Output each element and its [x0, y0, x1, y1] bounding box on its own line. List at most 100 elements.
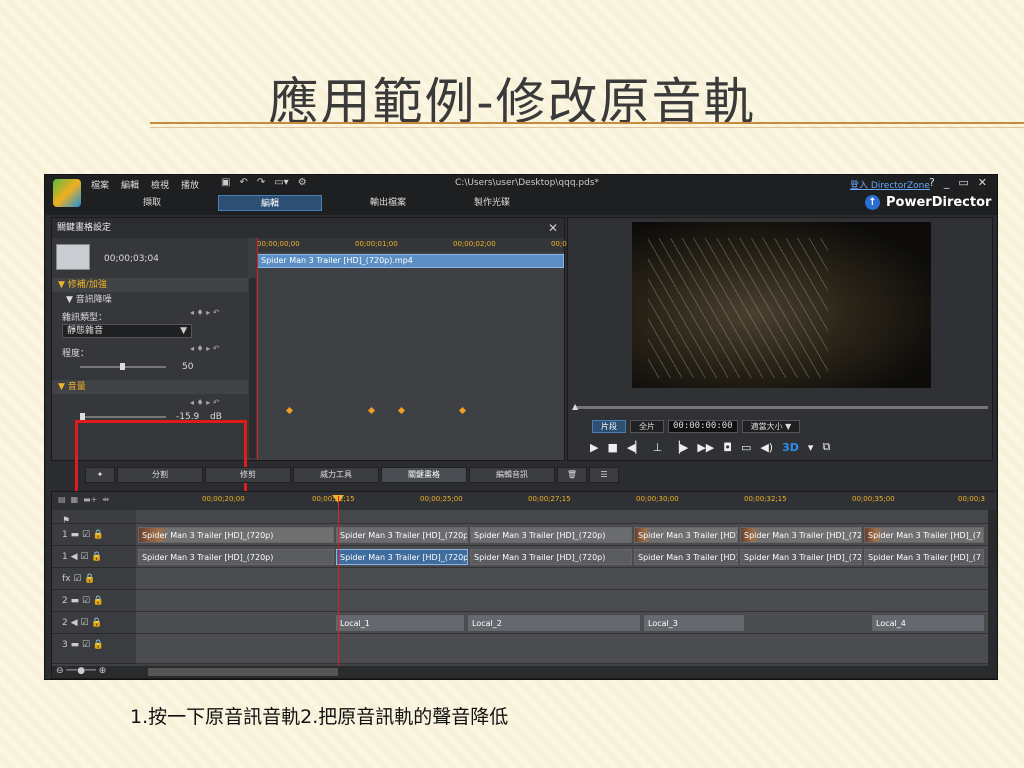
prev-frame-icon[interactable]: ◀▏ [627, 441, 644, 454]
menu-edit[interactable]: 編輯 [121, 178, 139, 191]
audio-clip-selected[interactable]: Spider Man 3 Trailer [HD]_(720p [336, 549, 468, 565]
mode-capture[interactable]: 擷取 [100, 195, 204, 211]
help-button[interactable]: ? [929, 176, 935, 189]
close-icon[interactable]: ✕ [548, 218, 558, 238]
delete-icon[interactable]: 🗑 [557, 467, 587, 483]
fast-forward-icon[interactable]: ▶▶ [697, 441, 714, 454]
audio-clip[interactable]: Spider Man 3 Trailer [HD]_(720p) [470, 549, 632, 565]
clip-mode-button[interactable]: 片段 [592, 420, 626, 433]
preview-scrub-bar[interactable] [576, 406, 988, 409]
volume-slider[interactable] [80, 416, 166, 418]
subsection-noise-reduction[interactable]: ▼ 音訊降噪 [52, 293, 248, 307]
menu-play[interactable]: 播放 [181, 178, 199, 191]
fit-icon[interactable]: ⇹ [102, 495, 109, 504]
volume-speaker-icon[interactable]: ◀) [760, 441, 773, 454]
video-clip[interactable]: Spider Man 3 Trailer [HD]_(720p) [138, 527, 334, 543]
login-link[interactable]: 登入 DirectorZone [850, 178, 930, 191]
fit-size-select[interactable]: 適當大小 ▼ [741, 420, 801, 433]
video-clip[interactable]: Spider Man 3 Trailer [HD]_(720p) [470, 527, 632, 543]
tab-power-tools[interactable]: 威力工具 [293, 467, 379, 483]
mode-create-disc[interactable]: 製作光碟 [440, 195, 544, 211]
video-clip[interactable]: Spider Man 3 Trailer [HD]_(720p) [336, 527, 468, 543]
video-clip[interactable]: Spider Man 3 Trailer [HD]_(720 [740, 527, 862, 543]
noise-keyframe-controls[interactable]: ◂ ♦ ▸ ↶ [190, 308, 220, 317]
local-audio-clip[interactable]: Local_4 [872, 615, 984, 631]
audio-clip[interactable]: Spider Man 3 Trailer [HD]_ [634, 549, 738, 565]
ruler-tick: 00;00;01;00 [355, 240, 398, 248]
track-header-audio-1[interactable]: 1 ◀ ☑ 🔒 [52, 546, 136, 568]
attributes-scrollbar[interactable] [249, 278, 256, 458]
volume-keyframe[interactable] [367, 406, 376, 415]
video-clip[interactable]: Spider Man 3 Trailer [HD]_ [634, 527, 738, 543]
mode-edit[interactable]: 編輯 [218, 195, 322, 211]
degree-keyframe-controls[interactable]: ◂ ♦ ▸ ↶ [190, 344, 220, 353]
zoom-slider[interactable]: ⊖ ──●── ⊕ [56, 666, 106, 676]
track-header-video-1[interactable]: 1 ▬ ☑ 🔒 [52, 524, 136, 546]
close-button[interactable]: ✕ [978, 176, 987, 189]
video-track-3 [136, 634, 988, 664]
magic-tools-icon[interactable]: ✦ [85, 467, 115, 483]
volume-keyframe[interactable] [458, 406, 467, 415]
settings-gear-icon[interactable]: ⚙ [298, 177, 307, 188]
3d-dropdown-icon[interactable]: ▾ [808, 441, 814, 454]
tab-split[interactable]: 分割 [117, 467, 203, 483]
more-icon[interactable]: ☰ [589, 467, 619, 483]
audio-clip[interactable]: Spider Man 3 Trailer [HD]_(720p) [138, 549, 334, 565]
timeline-view-icon[interactable]: ▤ [58, 495, 66, 504]
timeline-vertical-scrollbar[interactable] [988, 510, 996, 670]
layout-icon[interactable]: ▭▾ [274, 177, 288, 188]
storyboard-view-icon[interactable]: ▦ [71, 495, 79, 504]
timeline-playhead[interactable] [338, 496, 339, 676]
menu-view[interactable]: 檢視 [151, 178, 169, 191]
keyframe-playhead[interactable] [257, 238, 258, 460]
timeline-horizontal-scrollbar[interactable] [148, 668, 338, 676]
section-volume[interactable]: ▼ 音量 [52, 380, 248, 394]
preview-timecode[interactable]: 00:00:00:00 [668, 420, 738, 433]
degree-slider-thumb[interactable] [120, 363, 125, 370]
undock-icon[interactable]: ⧉ [822, 440, 830, 454]
tab-keyframe[interactable]: 關鍵畫格 [381, 467, 467, 483]
track-header-video-2[interactable]: 2 ▬ ☑ 🔒 [52, 590, 136, 612]
restore-button[interactable]: ▭ [958, 176, 968, 189]
upload-arrow-icon[interactable]: ↑ [865, 195, 880, 210]
audio-clip[interactable]: Spider Man 3 Trailer [HD]_(720 [740, 549, 862, 565]
chapter-track-header[interactable]: ⚑ [52, 510, 136, 526]
add-track-icon[interactable]: ▬+ [83, 495, 97, 504]
undo-icon[interactable]: ↶ [239, 177, 247, 188]
redo-icon[interactable]: ↷ [257, 177, 265, 188]
video-track-2 [136, 590, 988, 612]
volume-keyframe-controls[interactable]: ◂ ♦ ▸ ↶ [190, 398, 220, 407]
volume-keyframe[interactable] [285, 406, 294, 415]
volume-slider-thumb[interactable] [80, 413, 85, 420]
scrub-thumb-icon[interactable]: ▲ [572, 402, 578, 411]
local-audio-clip[interactable]: Local_1 [336, 615, 464, 631]
save-icon[interactable]: ▣ [221, 177, 230, 188]
tab-edit-audio[interactable]: 編輯音訊 [469, 467, 555, 483]
title-divider [150, 122, 1024, 124]
tab-trim[interactable]: 修剪 [205, 467, 291, 483]
audio-clip[interactable]: Spider Man 3 Trailer [HD]_(7 [864, 549, 984, 565]
3d-button[interactable]: 3D [782, 441, 799, 454]
stop-icon[interactable]: ■ [607, 441, 617, 454]
video-clip[interactable]: Spider Man 3 Trailer [HD]_(7 [864, 527, 984, 543]
display-icon[interactable]: ▭ [741, 441, 751, 454]
local-audio-clip[interactable]: Local_3 [644, 615, 744, 631]
menu-file[interactable]: 檔案 [91, 178, 109, 191]
track-header-audio-2[interactable]: 2 ◀ ☑ 🔒 [52, 612, 136, 634]
track-header-fx[interactable]: fx ☑ 🔒 [52, 568, 136, 590]
subsection-noise-label: 音訊降噪 [75, 295, 112, 305]
play-icon[interactable]: ▶ [590, 441, 598, 454]
mode-produce[interactable]: 輸出檔案 [336, 195, 440, 211]
local-audio-clip[interactable]: Local_2 [468, 615, 640, 631]
minimize-button[interactable]: _ [944, 176, 950, 189]
next-frame-icon[interactable]: ▕▶ [671, 441, 688, 454]
movie-mode-button[interactable]: 全片 [630, 420, 664, 433]
split-icon[interactable]: ⊥ [653, 441, 663, 454]
section-fix-enhance[interactable]: ▼ 修補/加強 [52, 278, 248, 292]
noise-type-select[interactable]: 靜態雜音 ▼ [62, 324, 192, 338]
video-track-1: Spider Man 3 Trailer [HD]_(720p) Spider … [136, 524, 988, 546]
track-header-video-3[interactable]: 3 ▬ ☑ 🔒 [52, 634, 136, 664]
keyframe-clip[interactable]: Spider Man 3 Trailer [HD]_(720p).mp4 [257, 254, 564, 268]
volume-keyframe[interactable] [397, 406, 406, 415]
snapshot-camera-icon[interactable]: ◘ [723, 441, 732, 454]
